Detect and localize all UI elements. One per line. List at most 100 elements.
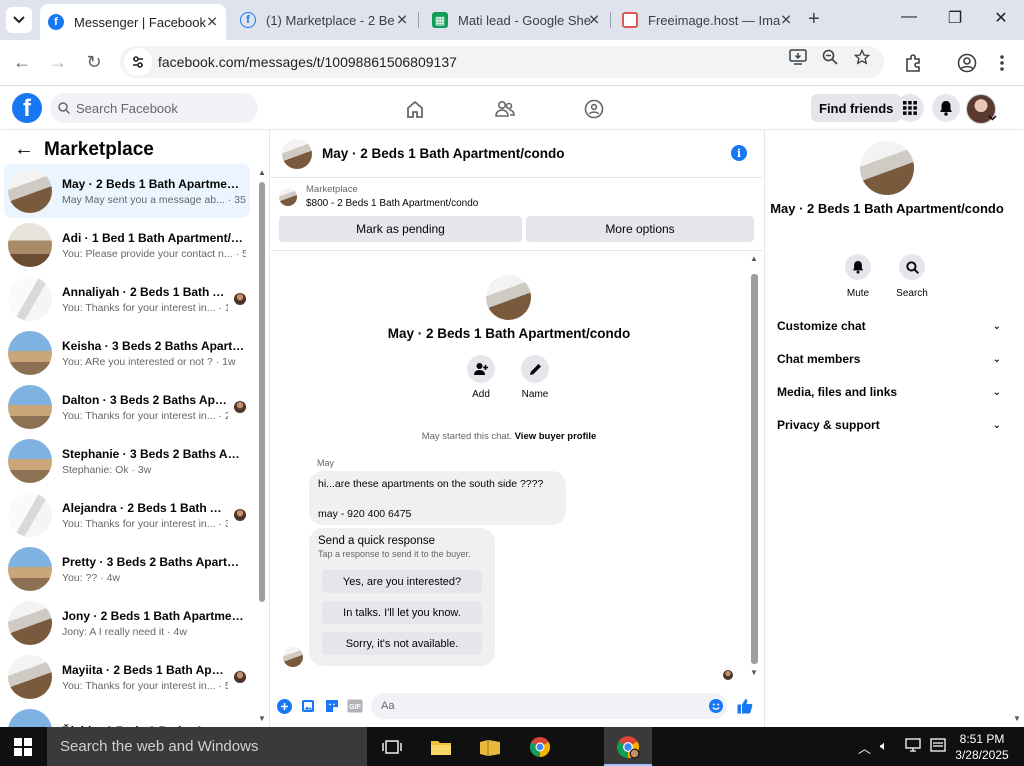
customize-chat-section[interactable]: Customize chat ⌄ (777, 316, 1001, 336)
profile-icon[interactable] (956, 52, 978, 74)
tab-freeimage[interactable]: Freeimage.host — Ima ✕ (614, 4, 800, 36)
chrome-profile-icon[interactable] (616, 736, 640, 759)
plus-circle-icon[interactable] (276, 698, 292, 714)
url-field[interactable]: facebook.com/messages/t/1009886150680913… (120, 46, 884, 78)
site-settings-icon[interactable] (124, 48, 152, 76)
minimize-icon[interactable]: — (894, 8, 924, 26)
marketplace-listing[interactable]: Marketplace $800 - 2 Beds 1 Bath Apartme… (279, 184, 478, 209)
network-icon[interactable] (905, 738, 921, 755)
scrollbar-thumb[interactable] (259, 182, 265, 602)
chat-list-item[interactable]: May · 2 Beds 1 Bath Apartment/... May May… (4, 164, 250, 218)
menu-grid-icon[interactable] (896, 94, 924, 122)
chevron-down-icon: ⌄ (992, 419, 1001, 431)
info-icon[interactable]: i (731, 145, 747, 161)
chat-list-scrollbar[interactable]: ▲ ▼ (258, 168, 266, 723)
folder-icon[interactable] (478, 736, 502, 758)
media-files-links-section[interactable]: Media, files and links ⌄ (777, 382, 1001, 402)
gif-icon[interactable]: GIF (347, 698, 363, 714)
chat-list-item[interactable]: Dalton · 3 Beds 2 Baths Apart... You: Tha… (4, 380, 250, 434)
install-app-icon[interactable] (788, 48, 808, 66)
scroll-down-arrow-icon[interactable]: ▼ (258, 714, 266, 723)
clock-date: 3/28/2025 (955, 748, 1009, 762)
tab-marketplace[interactable]: f (1) Marketplace - 2 Be ✕ (232, 4, 416, 36)
info-avatar (860, 141, 914, 195)
seen-indicator-avatar (234, 509, 246, 521)
scroll-down-arrow-icon[interactable]: ▼ (750, 668, 758, 677)
scroll-up-arrow-icon[interactable]: ▲ (258, 168, 266, 177)
chat-list-item[interactable]: Keisha · 3 Beds 2 Baths Apartm... You: AR… (4, 326, 250, 380)
conversation-title[interactable]: May · 2 Beds 1 Bath Apartment/condo (322, 146, 565, 161)
emoji-icon[interactable] (708, 698, 724, 714)
facebook-search-input[interactable]: Search Facebook (50, 93, 258, 123)
tab-google-sheets[interactable]: ▦ Mati lead - Google She ✕ (424, 4, 608, 36)
scrollbar-thumb[interactable] (751, 274, 758, 664)
taskbar-search-input[interactable]: Search the web and Windows (47, 727, 367, 766)
chat-members-section[interactable]: Chat members ⌄ (777, 349, 1001, 369)
task-view-icon[interactable] (380, 736, 404, 758)
mark-as-pending-button[interactable]: Mark as pending (279, 216, 522, 242)
home-icon[interactable] (403, 97, 427, 121)
chat-list-item[interactable]: Mayiita · 2 Beds 1 Bath Apart... You: Tha… (4, 650, 250, 704)
close-icon[interactable]: ✕ (588, 12, 600, 29)
windows-start-icon[interactable] (14, 738, 32, 756)
quick-reply-button[interactable]: In talks. I'll let you know. (322, 601, 482, 624)
chat-list-item[interactable]: Adi · 1 Bed 1 Bath Apartment/c... You: Pl… (4, 218, 250, 272)
back-arrow-icon[interactable]: ← (14, 138, 34, 161)
close-icon[interactable]: ✕ (396, 12, 408, 29)
close-window-icon[interactable]: ✕ (986, 8, 1016, 28)
chat-list-item[interactable]: Jony · 2 Beds 1 Bath Apartment... Jony: A… (4, 596, 250, 650)
sender-avatar[interactable] (283, 647, 303, 667)
restore-icon[interactable]: ❐ (940, 8, 970, 28)
file-explorer-icon[interactable] (429, 736, 453, 758)
quick-reply-button[interactable]: Sorry, it's not available. (322, 632, 482, 655)
chat-list-item[interactable]: Annaliyah · 2 Beds 1 Bath Ap... You: Than… (4, 272, 250, 326)
photo-icon[interactable] (300, 698, 316, 714)
search-in-chat-button[interactable]: Search (882, 254, 942, 299)
view-buyer-profile-link[interactable]: View buyer profile (515, 431, 597, 442)
chat-list-item[interactable]: Stephanie · 3 Beds 2 Baths Apar... Stepha… (4, 434, 250, 488)
bookmark-star-icon[interactable] (852, 48, 872, 66)
back-arrow-icon[interactable]: ← (11, 52, 33, 73)
new-tab-icon[interactable]: + (808, 8, 820, 31)
name-chat-button[interactable]: Name (505, 355, 565, 400)
forward-arrow-icon[interactable]: → (47, 52, 69, 73)
zoom-icon[interactable] (820, 48, 840, 66)
taskbar-clock[interactable]: 8:51 PM 3/28/2025 (952, 731, 1012, 763)
action-center-icon[interactable] (930, 738, 946, 755)
more-options-button[interactable]: More options (526, 216, 754, 242)
chat-list-item[interactable]: Alejandra · 2 Beds 1 Bath Apa... You: Tha… (4, 488, 250, 542)
kebab-menu-icon[interactable] (991, 52, 1013, 74)
close-icon[interactable]: ✕ (206, 14, 218, 31)
chevron-down-icon[interactable] (988, 115, 997, 121)
close-icon[interactable]: ✕ (780, 12, 792, 29)
tab-search-button[interactable] (6, 7, 32, 33)
notifications-bell-icon[interactable] (932, 94, 960, 122)
quick-reply-button[interactable]: Yes, are you interested? (322, 570, 482, 593)
message-input[interactable]: Aa (371, 693, 727, 719)
chat-list-item[interactable]: Řichh · 3 Beds 2 Baths Apartme... (4, 704, 250, 727)
volume-icon[interactable]: 🔈︎ (880, 738, 888, 754)
facebook-logo-icon[interactable]: f (12, 93, 42, 123)
sticker-icon[interactable] (324, 698, 340, 714)
message-bubble[interactable]: hi...are these apartments on the south s… (309, 471, 566, 525)
chrome-icon[interactable] (528, 736, 552, 758)
chat-timestamp: · 1w (218, 301, 228, 314)
scroll-up-arrow-icon[interactable]: ▲ (750, 254, 758, 263)
find-friends-button[interactable]: Find friends (811, 94, 902, 122)
mute-button[interactable]: Mute (828, 254, 888, 299)
show-hidden-icons-icon[interactable]: ︿ (858, 738, 871, 757)
chat-name: Alejandra · 2 Beds 1 Bath Apa... (62, 500, 228, 515)
thumbs-up-icon[interactable] (737, 698, 753, 714)
reload-icon[interactable]: ↻ (83, 52, 105, 73)
add-people-button[interactable]: Add (451, 355, 511, 400)
friends-icon[interactable] (493, 97, 517, 121)
tab-messenger[interactable]: f Messenger | Facebook ✕ (40, 4, 226, 40)
groups-icon[interactable] (582, 97, 606, 121)
extensions-icon[interactable] (902, 52, 924, 74)
conversation-avatar[interactable] (282, 138, 312, 169)
chat-list-item[interactable]: Pretty · 3 Beds 2 Baths Apartme... You: ?… (4, 542, 250, 596)
conversation-scrollbar[interactable]: ▲ ▼ (749, 254, 759, 678)
privacy-support-section[interactable]: Privacy & support ⌄ (777, 415, 1001, 435)
scroll-down-arrow-icon[interactable]: ▼ (1013, 714, 1021, 723)
chat-info-panel: May · 2 Beds 1 Bath Apartment/condo Mute… (764, 130, 1024, 727)
